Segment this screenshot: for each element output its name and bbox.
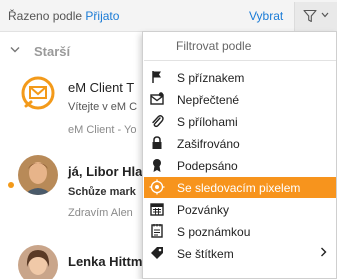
menu-item-invitations[interactable]: Pozvánky — [144, 199, 336, 220]
person-photo-icon — [18, 245, 58, 279]
unread-dot-icon — [8, 182, 14, 188]
paperclip-icon — [152, 115, 164, 128]
menu-item-signed[interactable]: Podepsáno — [144, 155, 336, 176]
menu-item-encrypted[interactable]: Zašifrováno — [144, 133, 336, 154]
tracking-target-icon — [149, 179, 165, 195]
avatar — [18, 155, 58, 195]
message-preview: eM Client - Yo — [68, 124, 137, 136]
menu-item-label: Nepřečtené — [177, 93, 240, 107]
message-sender: Lenka Hittm — [68, 254, 143, 269]
menu-item-label: Se štítkem — [177, 247, 234, 261]
collapse-chevron-icon[interactable] — [10, 46, 20, 54]
select-link[interactable]: Vybrat — [249, 9, 283, 23]
sort-bar: Řazeno podle Přijato Vybrat — [0, 0, 337, 32]
lock-icon — [152, 136, 162, 149]
chevron-down-icon — [321, 12, 329, 18]
menu-item-unread[interactable]: Nepřečtené — [144, 89, 336, 110]
menu-item-label: Se sledovacím pixelem — [177, 181, 301, 195]
person-photo-icon — [18, 155, 58, 195]
flag-icon — [152, 71, 161, 83]
message-subject: Schůze mark — [68, 186, 136, 198]
submenu-chevron-right-icon — [321, 247, 327, 257]
note-icon — [151, 224, 163, 238]
sort-label: Řazeno podle Přijato — [8, 9, 120, 23]
calendar-icon — [150, 203, 164, 216]
message-sender: eM Client T — [68, 80, 135, 95]
menu-item-with-note[interactable]: S poznámkou — [144, 221, 336, 242]
tag-icon — [151, 247, 163, 259]
sort-value-link[interactable]: Přijato — [85, 9, 119, 23]
funnel-icon — [303, 9, 317, 23]
filter-button[interactable] — [294, 2, 337, 31]
menu-item-label: Podepsáno — [177, 159, 238, 173]
envelope-bubble-icon — [21, 76, 55, 110]
menu-item-label: Pozvánky — [177, 203, 230, 217]
group-title: Starší — [34, 44, 71, 59]
menu-item-label: Zašifrováno — [177, 137, 240, 151]
unread-envelope-icon — [150, 92, 164, 105]
menu-header: Filtrovat podle — [176, 39, 252, 53]
avatar — [18, 245, 58, 279]
menu-separator — [144, 60, 336, 61]
menu-item-label: S poznámkou — [177, 225, 251, 239]
menu-item-label: S příznakem — [177, 71, 245, 85]
menu-item-label: S přílohami — [177, 115, 238, 129]
message-sender: já, Libor Hla — [68, 164, 143, 179]
signature-ribbon-icon — [153, 159, 161, 172]
menu-item-tagged[interactable]: Se štítkem — [144, 243, 336, 264]
menu-item-attachments[interactable]: S přílohami — [144, 111, 336, 132]
filter-menu: Filtrovat podle S příznakem Nepřečtené S… — [142, 31, 337, 279]
menu-item-flagged[interactable]: S příznakem — [144, 67, 336, 88]
message-subject: Vítejte v eM C — [68, 101, 138, 113]
menu-item-tracking-pixel[interactable]: Se sledovacím pixelem — [144, 177, 336, 198]
message-preview: Zdravím Alen — [68, 207, 133, 219]
em-client-logo-avatar — [18, 74, 58, 114]
